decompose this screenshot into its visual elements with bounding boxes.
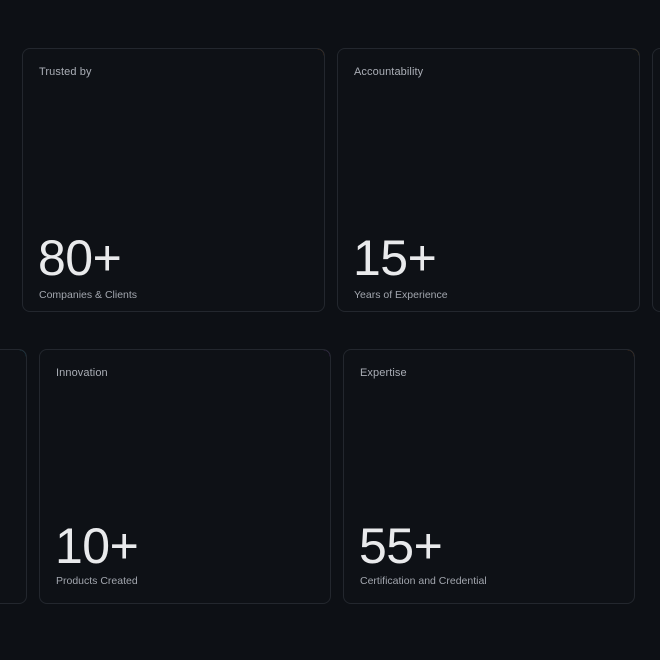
card-accent-top bbox=[0, 349, 18, 350]
card-accent-corner bbox=[321, 350, 330, 359]
stat-card-accountability: Accountability 15+ Years of Experience bbox=[337, 48, 640, 312]
stat-value: 15+ bbox=[353, 230, 437, 286]
stat-card-partial-right bbox=[652, 48, 660, 312]
card-accent-right bbox=[330, 358, 331, 488]
card-accent-top bbox=[166, 48, 316, 49]
card-accent-corner bbox=[630, 49, 639, 58]
stat-label: Expertise bbox=[360, 367, 407, 379]
card-accent-top bbox=[476, 349, 626, 350]
card-accent-right bbox=[324, 57, 325, 187]
card-accent-right bbox=[639, 57, 640, 187]
stat-caption: Certification and Credential bbox=[360, 575, 487, 587]
stat-caption: Companies & Clients bbox=[39, 289, 138, 301]
card-accent-corner bbox=[315, 49, 324, 58]
card-accent-right bbox=[634, 358, 635, 488]
stat-label: Trusted by bbox=[39, 66, 92, 78]
stats-section: Trusted by 80+ Companies & Clients Accou… bbox=[0, 0, 660, 660]
stat-value: 55+ bbox=[359, 518, 443, 574]
card-accent-right bbox=[26, 358, 27, 488]
card-accent-corner bbox=[17, 350, 26, 359]
stat-caption: Years of Experience bbox=[354, 289, 448, 301]
stat-label: Innovation bbox=[56, 367, 108, 379]
card-accent-top bbox=[481, 48, 631, 49]
stat-card-partial-left bbox=[0, 349, 27, 604]
stat-value: 10+ bbox=[55, 518, 139, 574]
stat-card-trusted: Trusted by 80+ Companies & Clients bbox=[22, 48, 325, 312]
stat-card-innovation: Innovation 10+ Products Created bbox=[39, 349, 331, 604]
card-accent-top bbox=[172, 349, 322, 350]
card-accent-corner bbox=[625, 350, 634, 359]
stat-card-expertise: Expertise 55+ Certification and Credenti… bbox=[343, 349, 635, 604]
stat-value: 80+ bbox=[38, 230, 122, 286]
stat-caption: Products Created bbox=[56, 575, 138, 587]
stat-label: Accountability bbox=[354, 66, 424, 78]
